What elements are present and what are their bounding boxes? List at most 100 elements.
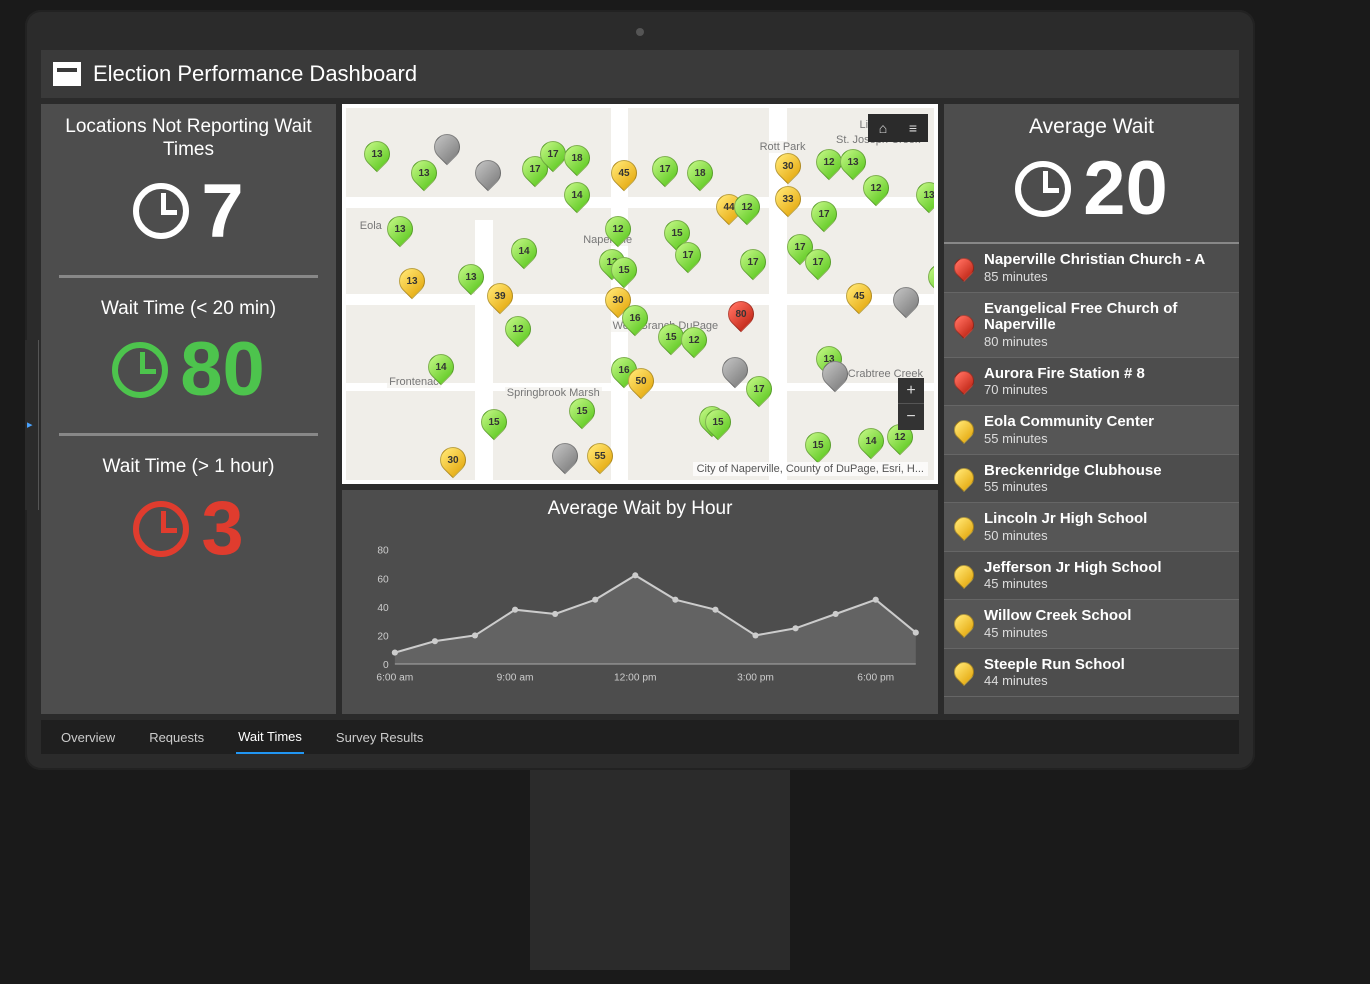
right-panel: Average Wait 20 Naperville Christian Chu…	[944, 104, 1239, 714]
location-name: Breckenridge Clubhouse	[984, 463, 1162, 480]
map-pin[interactable]: 45	[840, 277, 877, 314]
bottom-tabs: Overview Requests Wait Times Survey Results	[41, 720, 1239, 754]
map-pin[interactable]	[470, 155, 507, 192]
map-pin[interactable]: 17	[646, 151, 683, 188]
svg-text:9:00 am: 9:00 am	[497, 672, 534, 683]
location-minutes: 45 minutes	[984, 576, 1162, 591]
tab-overview[interactable]: Overview	[59, 722, 117, 753]
list-item[interactable]: Steeple Run School44 minutes	[944, 649, 1239, 698]
list-item[interactable]: Eola Community Center55 minutes	[944, 406, 1239, 455]
metric-value: 7	[201, 168, 243, 255]
ballot-box-icon	[53, 62, 81, 86]
clock-icon	[133, 183, 189, 239]
divider	[59, 275, 318, 278]
map-place-label: Eola	[358, 220, 384, 232]
location-name: Steeple Run School	[984, 657, 1125, 674]
map-pin[interactable]: 15	[799, 426, 836, 463]
clock-icon	[112, 342, 168, 398]
list-item[interactable]: Breckenridge Clubhouse55 minutes	[944, 455, 1239, 504]
tab-survey-results[interactable]: Survey Results	[334, 722, 425, 753]
map-place-label: Rott Park	[758, 141, 808, 153]
location-minutes: 55 minutes	[984, 431, 1154, 446]
zoom-in-button[interactable]: +	[898, 378, 924, 404]
map-pin[interactable]	[887, 281, 924, 318]
svg-text:6:00 am: 6:00 am	[376, 672, 413, 683]
drawer-handle[interactable]	[25, 340, 39, 510]
metric-value: 3	[201, 485, 243, 572]
list-item[interactable]: Naperville Christian Church - A85 minute…	[944, 244, 1239, 293]
map-pin[interactable]: 14	[852, 423, 889, 460]
location-pin-icon	[950, 658, 978, 686]
svg-text:6:00 pm: 6:00 pm	[857, 672, 894, 683]
list-item[interactable]: Evangelical Free Church of Naperville80 …	[944, 293, 1239, 358]
svg-text:40: 40	[377, 603, 389, 614]
chart-title: Average Wait by Hour	[354, 498, 926, 520]
location-minutes: 50 minutes	[984, 528, 1147, 543]
metric-under-20: Wait Time (< 20 min) 80	[41, 286, 336, 426]
clock-icon	[1015, 161, 1071, 217]
map-pin[interactable]: 17	[735, 244, 772, 281]
location-name: Aurora Fire Station # 8	[984, 366, 1145, 383]
chart-panel: Average Wait by Hour 0 20 40 60 80 6:00 am 9:0…	[342, 490, 938, 714]
location-pin-icon	[950, 610, 978, 638]
left-metrics-panel: Locations Not Reporting Wait Times 7 Wai…	[41, 104, 336, 714]
location-minutes: 70 minutes	[984, 382, 1145, 397]
location-pin-icon	[950, 464, 978, 492]
location-minutes: 85 minutes	[984, 269, 1205, 284]
location-name: Willow Creek School	[984, 608, 1131, 625]
legend-icon[interactable]: ≡	[898, 114, 928, 142]
locations-list[interactable]: Naperville Christian Church - A85 minute…	[944, 242, 1239, 714]
map-pin[interactable]: 13	[835, 144, 872, 181]
map[interactable]: EolaNapervilleFrontenacSpringbrook Marsh…	[342, 104, 938, 484]
zoom-control: + −	[898, 378, 924, 430]
map-toolbar: ⌂ ≡	[868, 114, 928, 142]
location-pin-icon	[950, 367, 978, 395]
map-pin[interactable]: 13	[405, 155, 442, 192]
metric-over-hour: Wait Time (> 1 hour) 3	[41, 444, 336, 584]
map-pin[interactable]: 18	[558, 140, 595, 177]
location-pin-icon	[950, 416, 978, 444]
map-pin[interactable]: 30	[435, 441, 472, 478]
metric-title: Locations Not Reporting Wait Times	[51, 116, 326, 162]
map-pin[interactable]: 14	[505, 233, 542, 270]
monitor-frame: Election Performance Dashboard Locations…	[25, 10, 1255, 770]
map-pin[interactable]: 13	[358, 136, 395, 173]
tab-requests[interactable]: Requests	[147, 722, 206, 753]
list-item[interactable]: Jefferson Jr High School45 minutes	[944, 552, 1239, 601]
tab-wait-times[interactable]: Wait Times	[236, 721, 304, 754]
app-title: Election Performance Dashboard	[93, 61, 417, 87]
clock-icon	[133, 501, 189, 557]
map-pin[interactable]	[429, 129, 466, 166]
zoom-out-button[interactable]: −	[898, 404, 924, 430]
list-item[interactable]: Lincoln Jr High School50 minutes	[944, 503, 1239, 552]
location-minutes: 80 minutes	[984, 334, 1229, 349]
divider	[59, 433, 318, 436]
location-minutes: 44 minutes	[984, 673, 1125, 688]
list-item[interactable]: Aurora Fire Station # 870 minutes	[944, 358, 1239, 407]
svg-text:20: 20	[377, 632, 389, 643]
map-pin[interactable]: 18	[682, 155, 719, 192]
svg-text:12:00 pm: 12:00 pm	[614, 672, 657, 683]
metric-not-reporting: Locations Not Reporting Wait Times 7	[41, 104, 336, 267]
location-minutes: 55 minutes	[984, 479, 1162, 494]
metric-value: 20	[1083, 145, 1168, 232]
list-item[interactable]: Willow Creek School45 minutes	[944, 600, 1239, 649]
map-pin[interactable]	[546, 437, 583, 474]
metric-value: 80	[180, 326, 265, 413]
location-name: Evangelical Free Church of Naperville	[984, 301, 1229, 334]
home-icon[interactable]: ⌂	[868, 114, 898, 142]
location-name: Naperville Christian Church - A	[984, 252, 1205, 269]
map-place-label: Springbrook Marsh	[505, 387, 602, 399]
svg-text:60: 60	[377, 574, 389, 585]
location-name: Eola Community Center	[984, 414, 1154, 431]
map-pin[interactable]: 13	[923, 259, 938, 296]
location-pin-icon	[950, 311, 978, 339]
map-pin[interactable]: 12	[499, 311, 536, 348]
metric-title: Wait Time (< 20 min)	[51, 298, 326, 321]
map-pin[interactable]: 13	[382, 210, 419, 247]
svg-text:0: 0	[383, 660, 389, 671]
svg-text:80: 80	[377, 546, 389, 557]
dashboard-body: Locations Not Reporting Wait Times 7 Wai…	[41, 98, 1239, 720]
location-pin-icon	[950, 561, 978, 589]
avg-wait-chart: 0204060806:00 am9:00 am12:00 pm3:00 pm6:…	[354, 524, 926, 706]
